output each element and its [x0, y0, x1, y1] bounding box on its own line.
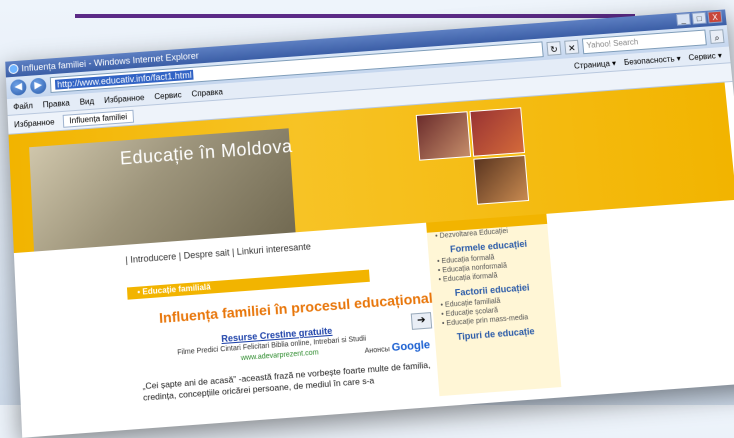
back-arrow-icon[interactable]: ◀ — [10, 79, 27, 96]
google-logo: Google — [391, 339, 430, 354]
menu-item-view[interactable]: Вид — [79, 96, 94, 106]
refresh-icon[interactable]: ↻ — [546, 41, 561, 56]
favorites-button[interactable]: Избранное — [14, 117, 55, 129]
window-controls: _ □ X — [676, 11, 723, 26]
ad-url[interactable]: www.adevarprezent.com — [241, 349, 319, 362]
ad-google-label[interactable]: Анонсы Google — [364, 339, 430, 356]
section-tab: • Educație familială — [127, 270, 370, 300]
slide-title-banner — [75, 0, 635, 18]
menu-item-help[interactable]: Справка — [191, 87, 223, 98]
menu-item-edit[interactable]: Правка — [43, 98, 70, 109]
ad-label: Анонсы — [364, 346, 390, 355]
page-heading: Influența familiei în procesul educațion… — [159, 289, 434, 326]
close-button[interactable]: X — [707, 11, 722, 24]
maximize-button[interactable]: □ — [692, 12, 707, 25]
site-nav-links[interactable]: | Introducere | Despre sait | Linkuri in… — [125, 241, 311, 265]
browser-window: Influența familiei - Windows Internet Ex… — [5, 9, 734, 437]
ad-arrow-icon[interactable]: ➔ — [411, 312, 432, 330]
tab-current[interactable]: Influența familiei — [62, 109, 134, 127]
thumbnail-image — [416, 111, 471, 160]
tools-menu[interactable]: Сервис ▾ — [688, 51, 722, 62]
page-content: Educație în Moldova | Introducere | Desp… — [9, 82, 734, 423]
thumbnail-image — [473, 155, 529, 205]
minimize-button[interactable]: _ — [676, 13, 691, 26]
menu-item-tools[interactable]: Сервис — [154, 90, 182, 101]
ie-logo-icon — [8, 64, 18, 75]
thumbnail-image — [469, 107, 525, 156]
search-icon[interactable]: ⌕ — [709, 29, 724, 44]
stop-icon[interactable]: ✕ — [564, 40, 579, 55]
menu-item-file[interactable]: Файл — [13, 101, 33, 111]
page-menu[interactable]: Страница ▾ — [574, 58, 617, 70]
menu-item-favorites[interactable]: Избранное — [104, 93, 145, 105]
article-paragraph: „Cei șapte ani de acasă” -această frază … — [142, 358, 448, 403]
forward-arrow-icon[interactable]: ▶ — [30, 78, 47, 95]
security-menu[interactable]: Безопасность ▾ — [624, 54, 682, 67]
